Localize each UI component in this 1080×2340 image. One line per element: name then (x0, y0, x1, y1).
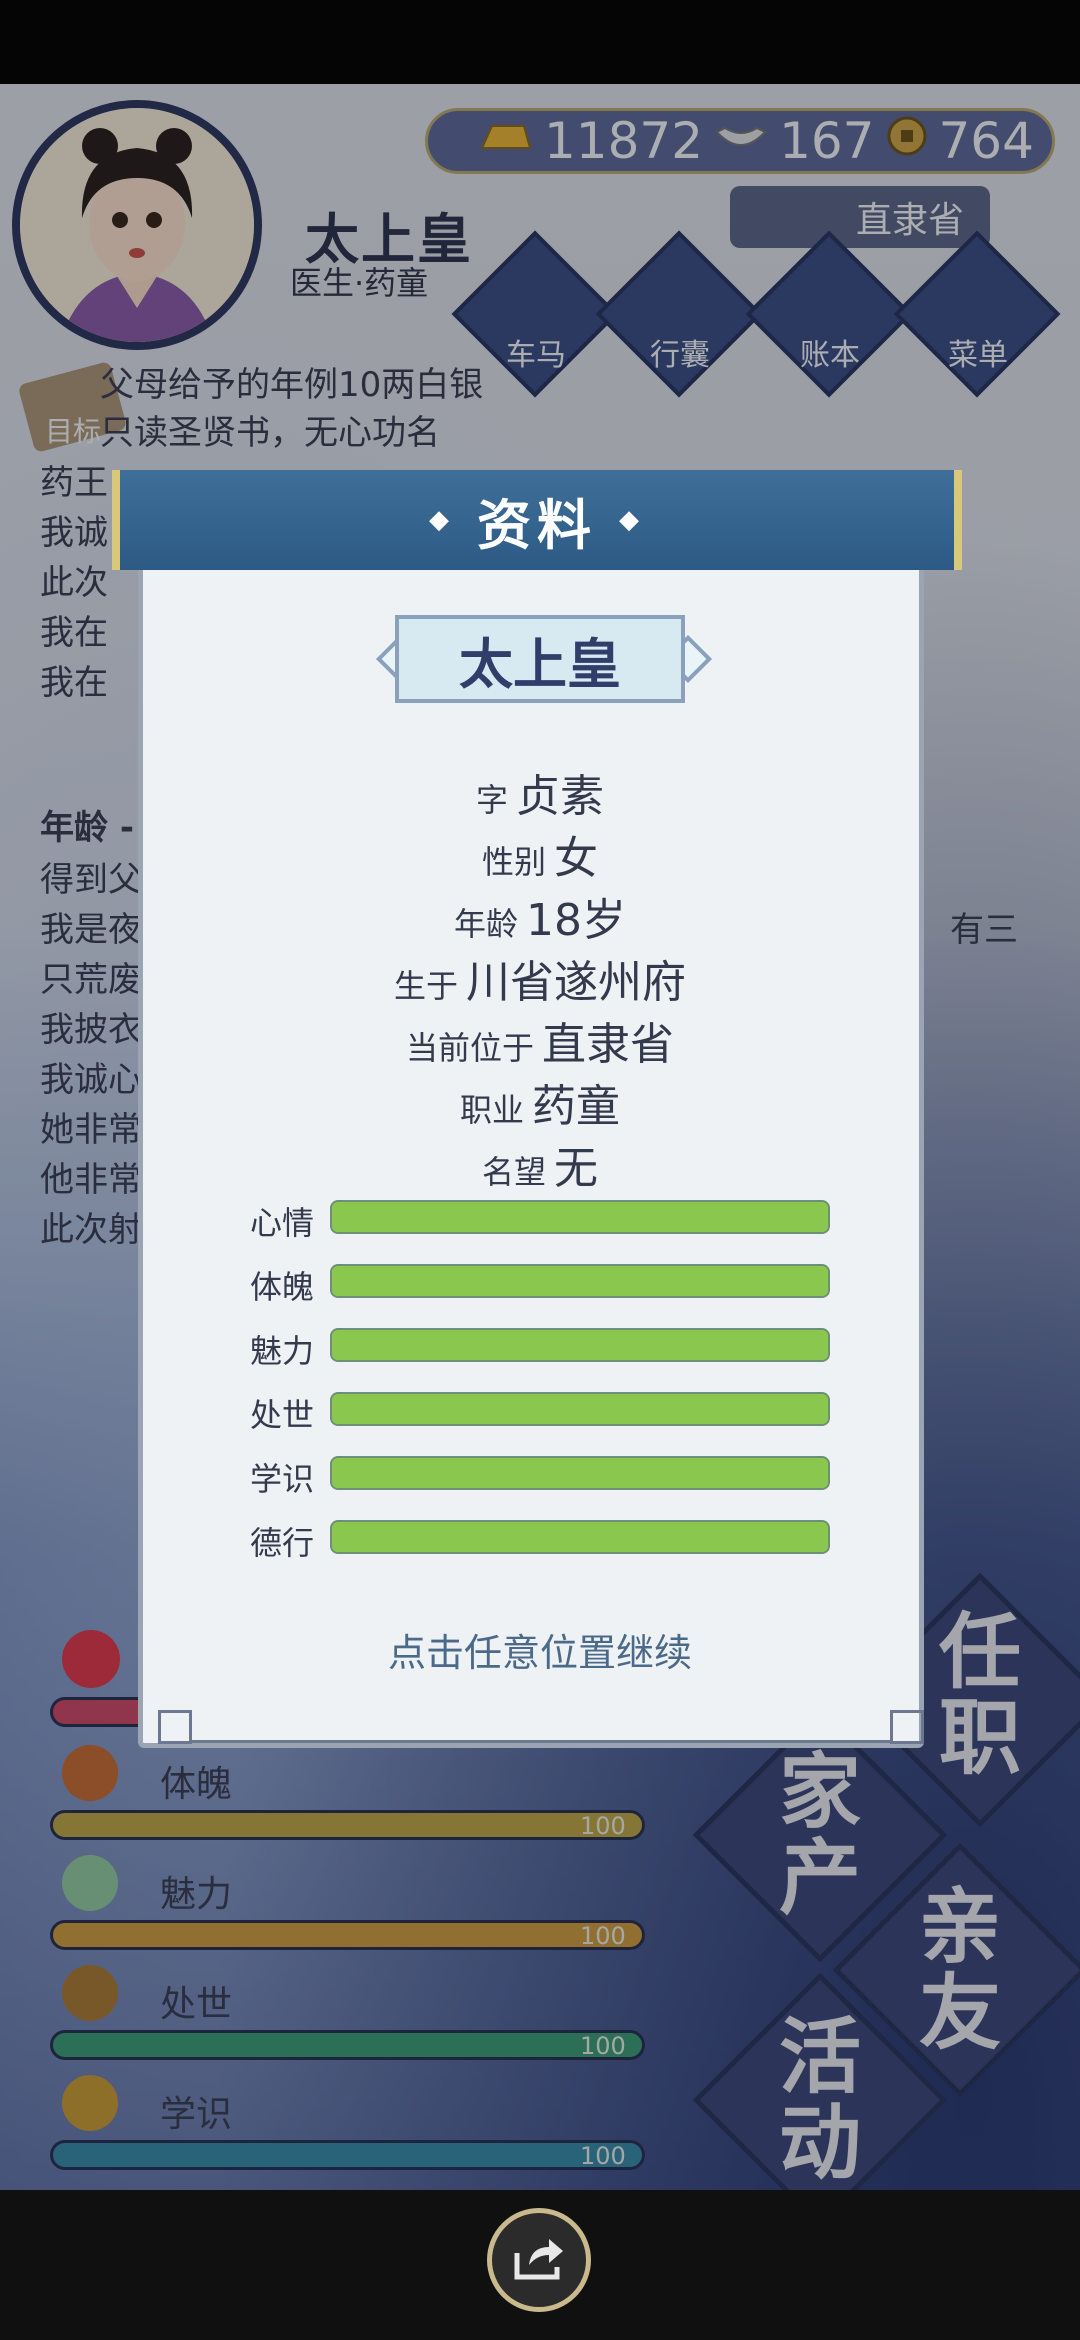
info-key: 字 (475, 781, 508, 819)
info-row-current-location: 当前位于 直隶省 (150, 1008, 930, 1072)
modal-frame-line (192, 1740, 892, 1743)
modal-title: 资料 (477, 493, 597, 557)
attribute-bar-knowledge (330, 1456, 830, 1490)
frame-corner-ornament (158, 1710, 192, 1744)
info-row-age: 年龄 18岁 (150, 884, 930, 948)
info-key: 性别 (481, 843, 546, 881)
info-row-occupation: 职业 药童 (150, 1070, 930, 1134)
attribute-label: 学识 (250, 1460, 315, 1498)
attribute-bar-fill (332, 1394, 828, 1424)
info-key: 职业 (459, 1091, 524, 1129)
attribute-bar-fill (332, 1458, 828, 1488)
share-button[interactable] (487, 2208, 591, 2312)
share-icon (511, 2233, 567, 2287)
modal-title-banner: ◆ 资料 ◆ (112, 470, 962, 570)
status-bar (0, 0, 1080, 84)
info-value: 无 (554, 1143, 598, 1194)
info-row-courtesy-name: 字贞素 (150, 760, 930, 824)
info-value: 女 (554, 833, 598, 884)
attribute-label: 德行 (250, 1524, 315, 1562)
attribute-bar-virtue (330, 1520, 830, 1554)
info-key: 当前位于 (405, 1029, 534, 1067)
info-key: 生于 (393, 967, 458, 1005)
info-row-birthplace: 生于 川省遂州府 (150, 946, 930, 1010)
attribute-bar-fill (332, 1202, 828, 1232)
info-key: 年龄 (453, 905, 518, 943)
attribute-bar-fill (332, 1266, 828, 1296)
attribute-bar-worldliness (330, 1392, 830, 1426)
attribute-bar-fill (332, 1522, 828, 1552)
attribute-bar-charm (330, 1328, 830, 1362)
frame-corner-ornament (890, 1710, 924, 1744)
character-name: 太上皇 (459, 632, 621, 696)
attribute-label: 处世 (250, 1396, 315, 1434)
attribute-bar-body (330, 1264, 830, 1298)
diamond-dot-icon: ◆ (619, 505, 645, 535)
attribute-label: 体魄 (250, 1268, 315, 1306)
info-row-gender: 性别女 (150, 822, 930, 886)
tap-to-continue[interactable]: 点击任意位置继续 (150, 1622, 930, 1677)
info-value: 直隶省 (542, 1019, 674, 1070)
attribute-label: 魅力 (250, 1332, 315, 1370)
name-plaque: 太上皇 (395, 615, 685, 703)
info-value: 药童 (532, 1081, 620, 1132)
info-row-reputation: 名望无 (150, 1132, 930, 1196)
info-value: 贞素 (516, 771, 604, 822)
info-value: 18岁 (526, 895, 626, 946)
info-value: 川省遂州府 (466, 957, 686, 1008)
attribute-bar-mood (330, 1200, 830, 1234)
diamond-dot-icon: ◆ (429, 505, 455, 535)
info-key: 名望 (481, 1153, 546, 1191)
attribute-label: 心情 (250, 1204, 315, 1242)
attribute-bar-fill (332, 1330, 828, 1360)
